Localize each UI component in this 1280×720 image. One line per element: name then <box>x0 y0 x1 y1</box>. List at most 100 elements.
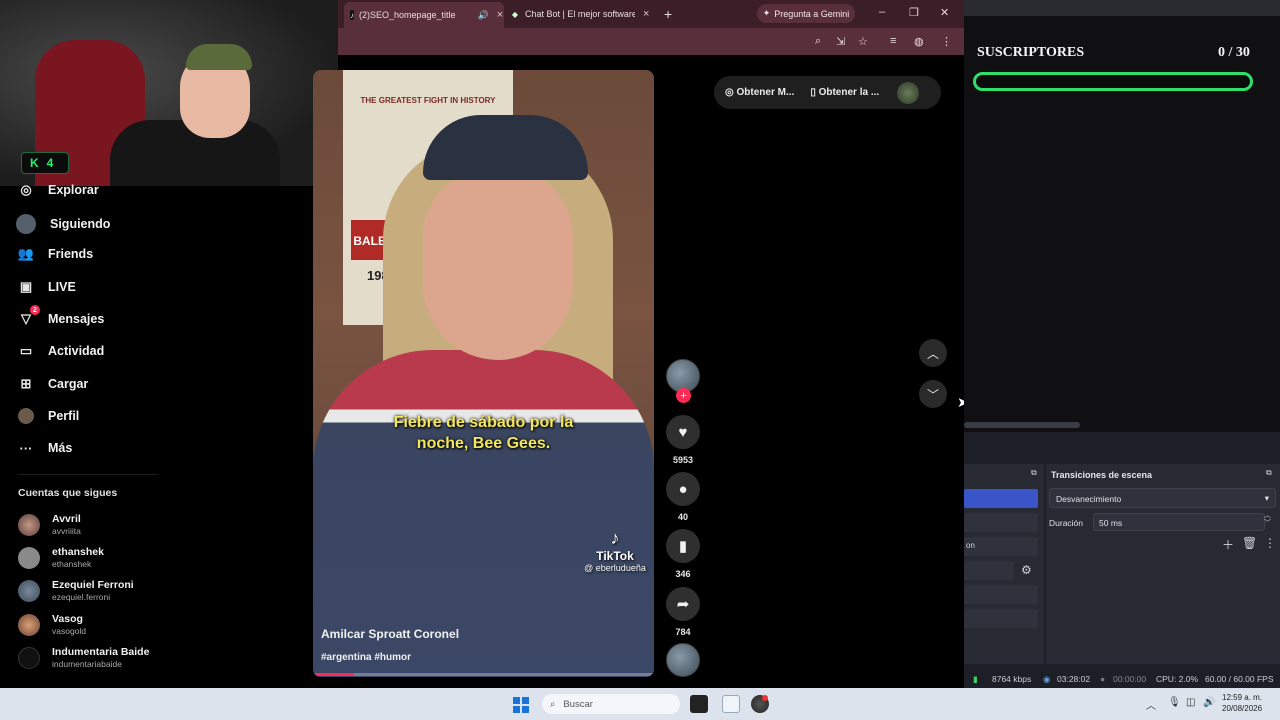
tab-chatbot[interactable]: ◆ Chat Bot | El mejor software pa × <box>510 4 652 24</box>
new-tab-button[interactable]: + <box>664 4 672 24</box>
sidebar-item-label: Friends <box>48 247 94 261</box>
followed-account[interactable]: Avvril avvriiita <box>18 513 81 536</box>
followed-account[interactable]: Ezequiel Ferroni ezequiel.ferroni <box>18 579 134 602</box>
browser-tab-strip: ♪ (2)SEO_homepage_title 🔊 × ◆ Chat Bot |… <box>338 0 964 28</box>
duration-label: Duración <box>1049 518 1084 528</box>
sidebar-item-friends[interactable]: 👥 Friends <box>18 246 93 262</box>
previous-video-button[interactable]: ︿ <box>919 339 947 367</box>
sidebar-item-label: Actividad <box>48 344 105 358</box>
network-icon[interactable]: ◫ <box>1186 697 1195 708</box>
comment-button[interactable]: ● 40 <box>665 472 701 522</box>
avatar <box>18 546 40 569</box>
save-button[interactable]: ▮ 346 <box>665 529 701 579</box>
install-icon[interactable]: ⇲ <box>836 35 845 48</box>
close-window-icon[interactable]: ✕ <box>940 6 949 19</box>
video-author[interactable]: Amilcar Sproatt Coronel <box>321 627 459 641</box>
sidebar-item-label: LIVE <box>48 280 76 294</box>
tab-seo[interactable]: ♪ (2)SEO_homepage_title 🔊 × <box>344 2 504 28</box>
sidebar-item-siguiendo[interactable]: Siguiendo <box>16 214 110 234</box>
trash-icon[interactable]: 🗑 <box>1242 536 1257 550</box>
close-tab-icon[interactable]: × <box>497 9 503 21</box>
extension-icon[interactable]: ◍ <box>914 35 924 48</box>
tab-search-icon[interactable]: ≡ <box>890 35 896 47</box>
close-tab-icon[interactable]: × <box>643 8 649 20</box>
tab-title: Chat Bot | El mejor software pa <box>525 9 635 19</box>
transitions-title: Transiciones de escena <box>1051 470 1153 480</box>
music-disc-avatar[interactable] <box>666 643 700 677</box>
taskbar-search[interactable]: ⌕ Buscar <box>542 694 680 714</box>
sidebar-item-mas[interactable]: ··· Más <box>18 440 73 456</box>
task-view-icon[interactable] <box>690 695 708 713</box>
volume-icon[interactable]: 🔊 <box>1203 697 1215 708</box>
account-name: Vasog <box>52 613 83 625</box>
like-button[interactable]: ♥ 5953 <box>665 415 701 465</box>
file-explorer-icon[interactable] <box>722 695 740 713</box>
scene-item[interactable] <box>964 585 1038 604</box>
tray-chevron-icon[interactable]: ︿ <box>1146 697 1156 712</box>
followed-account[interactable]: Vasog vasogold <box>18 613 86 636</box>
save-count: 346 <box>675 569 691 579</box>
spinner-icon[interactable]: ︿ ﹀ <box>1264 512 1271 528</box>
transition-select[interactable]: Desvanecimiento ▾ <box>1049 488 1276 508</box>
sidebar-item-perfil[interactable]: Perfil <box>18 408 79 424</box>
sidebar-item-explorar[interactable]: ◎ Explorar <box>18 182 98 198</box>
bitrate: 8764 kbps <box>992 674 1032 684</box>
followed-account[interactable]: Indumentaria Baide indumentariabaide <box>18 646 149 669</box>
kick-badge-value: 4 <box>46 156 54 170</box>
add-icon[interactable]: ＋ <box>1222 536 1234 553</box>
dock-options-icon[interactable]: ⧉ <box>1266 468 1272 478</box>
sidebar-item-label: Mensajes <box>48 312 105 326</box>
obs-scrollbar[interactable] <box>964 422 1080 428</box>
sidebar-item-cargar[interactable]: ⊞ Cargar <box>18 376 89 392</box>
like-count: 5953 <box>672 455 694 465</box>
bookmark-icon: ▮ <box>666 529 700 563</box>
kick-badge: K 4 <box>21 152 69 174</box>
minimize-icon[interactable]: – <box>879 6 885 18</box>
sidebar-item-actividad[interactable]: ▭ Actividad <box>18 343 104 359</box>
windows-start-icon[interactable] <box>513 697 529 713</box>
stream-icon: ◉ <box>1043 674 1051 684</box>
clock-date: 20/08/2026 <box>1222 704 1263 713</box>
avatar <box>18 579 40 602</box>
next-video-button[interactable]: ﹀ <box>919 380 947 408</box>
video-player[interactable]: THE GREATEST FIGHT IN HISTORY BALBOA 198… <box>313 70 654 677</box>
video-hashtags[interactable]: #argentina #humor <box>321 652 411 663</box>
taskbar-clock[interactable]: 12:59 a. m. 20/08/2026 <box>1222 692 1262 714</box>
scene-item[interactable] <box>964 513 1038 532</box>
sidebar-item-live[interactable]: ▣ LIVE <box>18 279 76 295</box>
signal-icon: ▮ <box>973 674 978 684</box>
user-avatar[interactable] <box>897 81 920 104</box>
followed-account[interactable]: ethanshek ethanshek <box>18 546 104 569</box>
restore-icon[interactable]: ❐ <box>909 6 919 19</box>
follow-plus-icon[interactable]: + <box>676 388 691 403</box>
kick-icon: K <box>30 156 39 170</box>
get-app-button[interactable]: ▯ Obtener la ... <box>810 87 879 98</box>
scene-item[interactable] <box>964 609 1038 628</box>
scene-item-selected[interactable] <box>964 489 1038 508</box>
chevron-down-icon: ﹀ <box>926 387 939 402</box>
microphone-icon[interactable]: 🎙 <box>1168 697 1181 708</box>
sidebar-item-label: Cargar <box>48 377 89 391</box>
zoom-icon[interactable]: ⌕ <box>815 35 821 48</box>
dock-options-icon[interactable]: ⧉ <box>1031 468 1037 478</box>
scene-item[interactable] <box>964 561 1014 580</box>
activity-icon: ▭ <box>19 343 33 358</box>
share-button[interactable]: ➦ 784 <box>665 587 701 637</box>
stream-time: 03:28:02 <box>1057 674 1091 684</box>
sidebar-item-mensajes[interactable]: ▽ 2 Mensajes <box>18 305 105 327</box>
sidebar-item-label: Más <box>48 441 73 455</box>
gemini-button[interactable]: ✦ Pregunta a Gemini <box>757 4 855 23</box>
gear-icon[interactable]: ⚙ <box>1021 563 1032 577</box>
bookmark-star-icon[interactable]: ☆ <box>858 35 868 48</box>
share-count: 784 <box>675 627 691 637</box>
video-progress-bar[interactable] <box>313 673 654 676</box>
get-app-label: Obtener la ... <box>818 87 880 98</box>
get-desktop-button[interactable]: ◎ Obtener M... <box>725 87 794 98</box>
avatar <box>18 613 40 636</box>
duration-input[interactable]: 50 ms <box>1093 513 1265 531</box>
menu-icon[interactable]: ⋮ <box>941 35 952 48</box>
more-options-icon[interactable]: ⋮ <box>1264 536 1276 550</box>
speaker-icon[interactable]: 🔊 <box>478 10 489 21</box>
account-name: Ezequiel Ferroni <box>52 579 134 591</box>
scene-item[interactable]: on <box>964 537 1038 556</box>
